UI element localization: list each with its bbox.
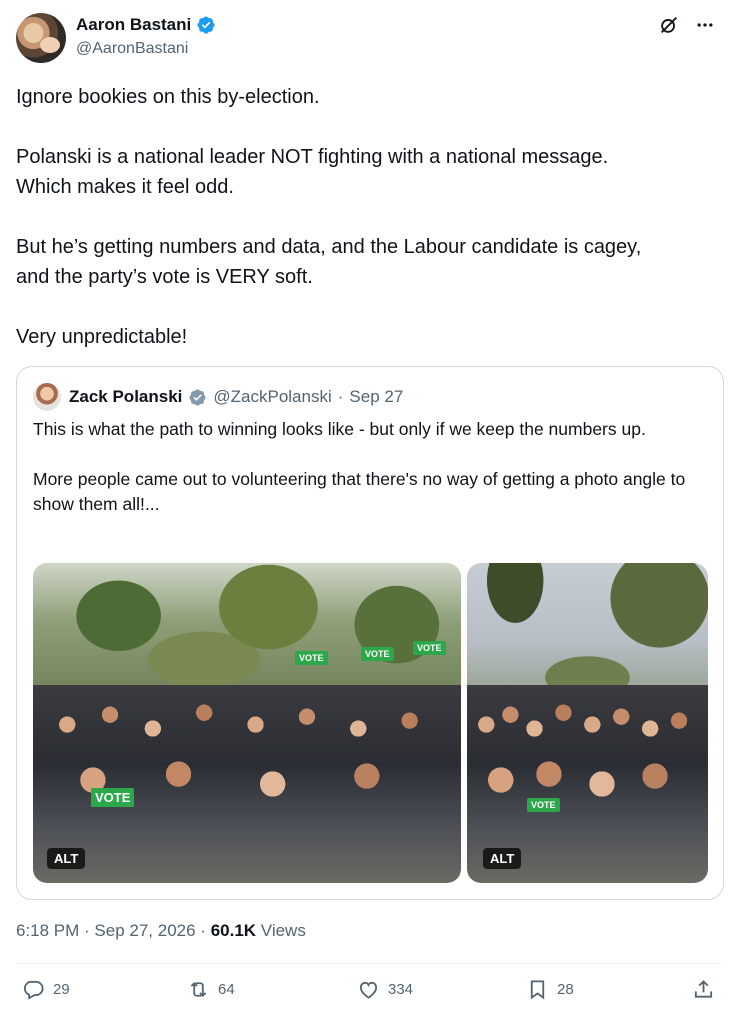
tweet-date[interactable]: Sep 27, 2026 — [94, 921, 195, 940]
reply-count: 29 — [53, 981, 70, 998]
tweet-paragraph: Very unpredictable! — [16, 326, 188, 348]
share-icon — [694, 980, 713, 998]
quoted-tweet[interactable]: Zack Polanski @ZackPolanski · Sep 27 Thi… — [16, 366, 724, 900]
quoted-tweet-header: Zack Polanski @ZackPolanski · Sep 27 — [33, 383, 403, 411]
grok-icon[interactable] — [658, 14, 680, 36]
alt-badge[interactable]: ALT — [483, 848, 522, 869]
photo-sign: VOTE — [91, 788, 135, 807]
tweet-header: Aaron Bastani @AaronBastani — [16, 12, 716, 64]
author-display-name[interactable]: Aaron Bastani — [76, 15, 191, 35]
photo-sign: VOTE — [527, 798, 560, 812]
repost-button[interactable]: 64 — [187, 978, 235, 1001]
like-icon — [359, 981, 378, 999]
author-name-row: Aaron Bastani — [76, 15, 216, 35]
bookmark-button[interactable]: 28 — [526, 978, 574, 1001]
tweet-meta: 6:18 PM · Sep 27, 2026 · 60.1K Views — [16, 921, 306, 941]
action-bar: 29 64 334 28 — [0, 978, 732, 1014]
alt-badge[interactable]: ALT — [47, 848, 86, 869]
quoted-author-avatar — [33, 383, 61, 411]
quoted-separator: · — [337, 387, 344, 406]
tweet-paragraph: But he’s getting numbers and data, and t… — [16, 236, 642, 288]
quoted-author-name: Zack Polanski — [69, 387, 183, 406]
repost-icon — [190, 981, 207, 998]
meta-separator: · — [79, 921, 95, 940]
verified-badge-icon — [197, 16, 215, 34]
divider — [16, 963, 722, 964]
quoted-date: Sep 27 — [349, 387, 404, 406]
like-button[interactable]: 334 — [357, 978, 413, 1001]
quoted-paragraph: This is what the path to winning looks l… — [33, 419, 646, 439]
tweet-text: Ignore bookies on this by-election. Pola… — [16, 82, 716, 382]
tweet-paragraph: Ignore bookies on this by-election. — [16, 86, 320, 108]
photo-sign: VOTE — [295, 651, 328, 665]
author-handle[interactable]: @AaronBastani — [76, 40, 188, 58]
photo-sign: VOTE — [361, 647, 394, 661]
reply-icon — [23, 980, 44, 1000]
quoted-photo[interactable]: VOTE VOTE VOTE VOTE ALT — [33, 563, 461, 883]
repost-count: 64 — [218, 981, 235, 998]
meta-separator: · — [195, 921, 211, 940]
author-avatar[interactable] — [16, 13, 66, 63]
bookmark-count: 28 — [557, 981, 574, 998]
avatar-detail — [40, 37, 60, 53]
views-count: 60.1K — [210, 921, 257, 940]
photo-crowd — [33, 684, 461, 883]
header-actions — [658, 14, 716, 36]
quoted-verified-badge-icon — [189, 388, 207, 406]
bookmark-icon — [530, 980, 545, 1000]
share-button[interactable] — [692, 978, 715, 1001]
tweet-paragraph: Polanski is a national leader NOT fighti… — [16, 146, 609, 198]
reply-button[interactable]: 29 — [22, 978, 70, 1001]
tweet-time[interactable]: 6:18 PM — [16, 921, 79, 940]
views-label: Views — [260, 921, 306, 940]
quoted-author-handle: @ZackPolanski — [213, 387, 332, 406]
quoted-photo[interactable]: VOTE ALT — [467, 563, 708, 883]
quoted-paragraph: More people came out to volunteering tha… — [33, 469, 686, 514]
photo-sign: VOTE — [413, 641, 446, 655]
more-icon[interactable] — [694, 14, 716, 36]
like-count: 334 — [388, 981, 414, 998]
quoted-tweet-text: This is what the path to winning looks l… — [33, 417, 709, 542]
